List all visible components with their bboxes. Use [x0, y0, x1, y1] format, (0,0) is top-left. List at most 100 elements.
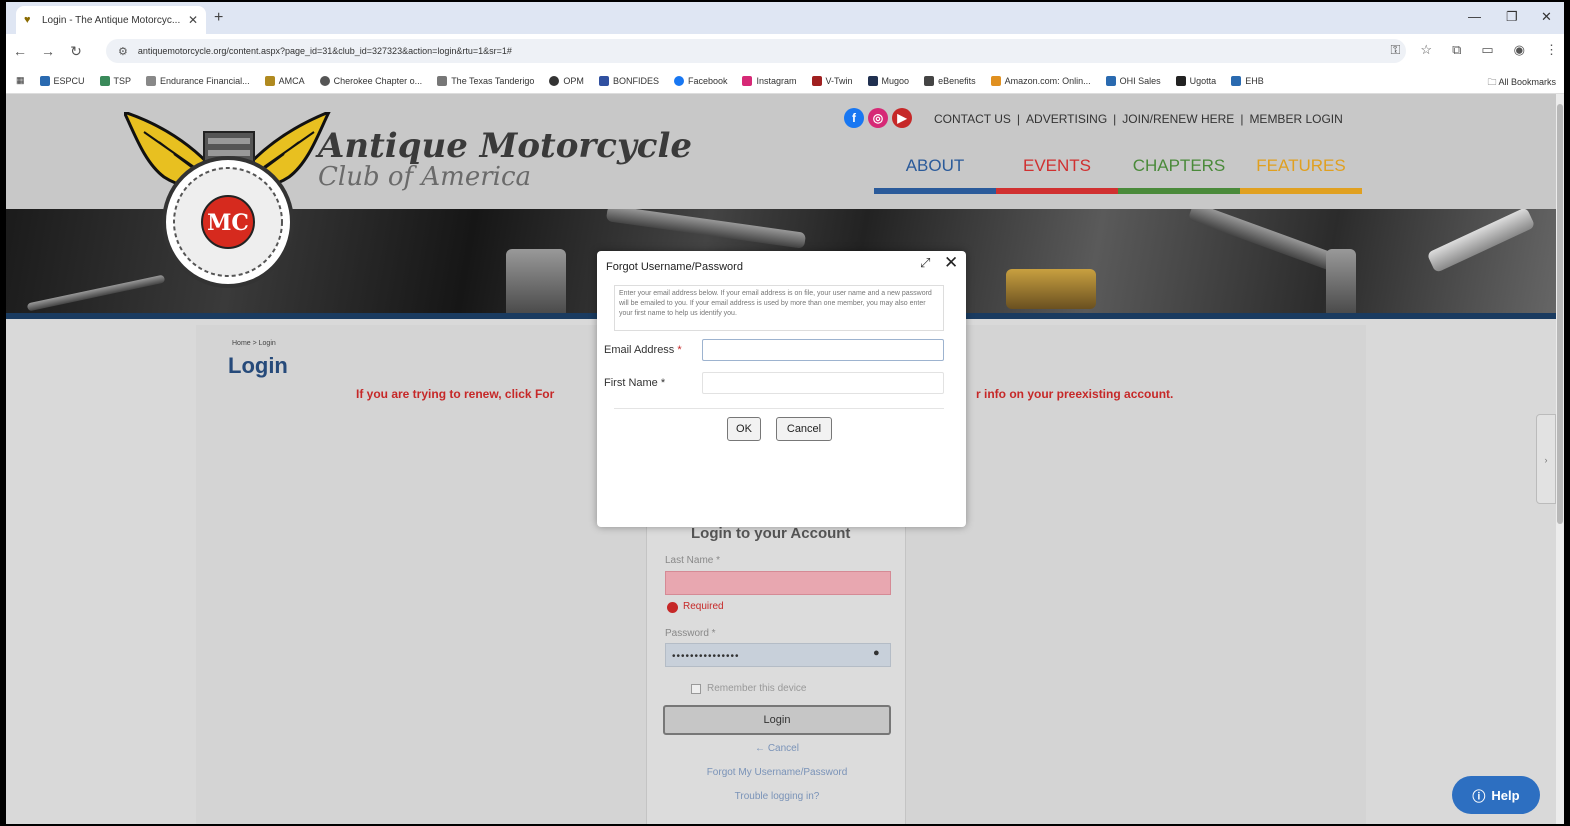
tab-title: Login - The Antique Motorcyc... — [42, 14, 181, 26]
bookmark-item[interactable]: The Texas Tanderigo — [437, 75, 534, 86]
extensions-icon[interactable]: ⧉ — [1452, 42, 1461, 58]
password-field[interactable]: ••••••••••••••• — [665, 643, 891, 667]
cancel-button[interactable]: Cancel — [776, 417, 832, 441]
cancel-link[interactable]: ← Cancel — [647, 743, 907, 754]
amca-logo[interactable]: MC — [124, 112, 334, 290]
error-icon — [667, 602, 678, 613]
toolbar-icons: ⚿ ☆ ⧉ ▭ ◉ ⋮ — [1391, 42, 1559, 58]
password-label: Password * — [665, 628, 716, 639]
close-window-icon[interactable]: ✕ — [1541, 9, 1552, 25]
last-name-label: Last Name * — [665, 555, 721, 566]
bookmark-item[interactable]: Ugotta — [1175, 75, 1216, 86]
bookmark-item[interactable]: ESPCU — [39, 75, 85, 86]
nav-about[interactable]: ABOUT — [874, 156, 996, 194]
breadcrumb[interactable]: Home > Login — [232, 340, 276, 347]
first-name-label: First Name * — [604, 377, 666, 389]
bookmark-item[interactable]: V-Twin — [811, 75, 853, 86]
help-button[interactable]: ⓘ Help — [1452, 776, 1540, 814]
bookmark-item[interactable]: TSP — [99, 75, 131, 86]
bookmark-item[interactable]: Instagram — [742, 75, 797, 86]
renew-notice-tail: r info on your preexisting account. — [976, 387, 1174, 401]
instagram-icon[interactable]: ◎ — [868, 108, 888, 128]
bookmark-item[interactable]: eBenefits — [924, 75, 976, 86]
nav-chapters[interactable]: CHAPTERS — [1118, 156, 1240, 194]
login-panel: Login to your Account Last Name * Requir… — [646, 525, 906, 824]
first-name-field[interactable] — [702, 372, 944, 394]
menu-icon[interactable]: ⋮ — [1545, 42, 1558, 58]
minimize-icon[interactable]: — — [1468, 9, 1481, 24]
bookmark-star-icon[interactable]: ☆ — [1420, 42, 1432, 58]
forward-icon[interactable]: → — [34, 43, 62, 59]
bookmark-item[interactable]: EHB — [1231, 75, 1264, 86]
bookmarks-bar: ▦ ESPCU TSP Endurance Financial... AMCA … — [6, 68, 1564, 94]
close-tab-icon[interactable]: ✕ — [188, 13, 198, 27]
bookmark-item[interactable]: Facebook — [673, 75, 727, 86]
site-info-icon[interactable]: ⚙ — [118, 45, 128, 58]
ok-button[interactable]: OK — [727, 417, 761, 441]
all-bookmarks-button[interactable]: 🗀 All Bookmarks — [1487, 75, 1556, 91]
contact-us-link[interactable]: CONTACT US — [934, 112, 1011, 126]
profile-icon[interactable]: ◉ — [1514, 42, 1525, 58]
scrollbar-thumb[interactable] — [1557, 104, 1563, 524]
url-field[interactable]: ⚙ antiquemotorcycle.org/content.aspx?pag… — [106, 39, 1406, 63]
remember-label: Remember this device — [707, 683, 807, 694]
help-label: Help — [1491, 787, 1520, 803]
side-panel-icon[interactable]: ▭ — [1481, 42, 1493, 58]
password-key-icon[interactable]: ⚿ — [1391, 42, 1401, 58]
bookmark-item[interactable]: AMCA — [264, 75, 305, 86]
advertising-link[interactable]: ADVERTISING — [1026, 112, 1107, 126]
brand-name[interactable]: Antique Motorcycle — [318, 126, 692, 166]
join-renew-link[interactable]: JOIN/RENEW HERE — [1122, 112, 1234, 126]
bookmark-item[interactable]: Endurance Financial... — [146, 75, 250, 86]
remember-device[interactable]: Remember this device — [691, 683, 806, 694]
bookmark-item[interactable]: Amazon.com: Onlin... — [990, 75, 1091, 86]
page-title: Login — [228, 353, 288, 378]
remember-checkbox[interactable] — [691, 683, 701, 694]
email-label: Email Address * — [604, 344, 682, 356]
top-links: CONTACT US | ADVERTISING | JOIN/RENEW HE… — [934, 112, 1343, 126]
dialog-instructions: Enter your email address below. If your … — [614, 285, 944, 331]
forgot-password-link[interactable]: Forgot My Username/Password — [647, 767, 907, 778]
bookmark-item[interactable]: BONFIDES — [598, 75, 659, 86]
forgot-password-dialog: Forgot Username/Password ⤢ ✕ Enter your … — [597, 251, 966, 527]
address-bar: ← → ↻ ⚙ antiquemotorcycle.org/content.as… — [6, 34, 1564, 68]
close-icon[interactable]: ✕ — [944, 253, 958, 273]
tab-bar: ♥ Login - The Antique Motorcyc... ✕ + — … — [6, 2, 1564, 34]
bookmark-item[interactable]: OHI Sales — [1105, 75, 1161, 86]
trouble-logging-in-link[interactable]: Trouble logging in? — [647, 791, 907, 802]
page-scrollbar[interactable] — [1556, 94, 1564, 824]
dialog-title: Forgot Username/Password — [606, 261, 743, 273]
bookmark-item[interactable]: Mugoo — [867, 75, 909, 86]
login-heading: Login to your Account — [691, 525, 851, 542]
restore-icon[interactable]: ❐ — [1506, 9, 1518, 25]
side-tab[interactable]: › — [1536, 414, 1556, 504]
expand-icon[interactable]: ⤢ — [920, 255, 930, 271]
help-icon: ⓘ — [1472, 788, 1486, 804]
member-login-link[interactable]: MEMBER LOGIN — [1249, 112, 1342, 126]
email-field[interactable] — [702, 339, 944, 361]
last-name-field[interactable] — [665, 571, 891, 595]
main-nav: ABOUT EVENTS CHAPTERS FEATURES — [874, 156, 1362, 194]
browser-tab[interactable]: ♥ Login - The Antique Motorcyc... ✕ — [16, 6, 206, 34]
url-text: antiquemotorcycle.org/content.aspx?page_… — [137, 46, 512, 56]
bookmark-item[interactable]: Cherokee Chapter o... — [319, 75, 422, 86]
dialog-divider — [614, 408, 944, 409]
show-password-icon[interactable]: ● — [873, 647, 880, 659]
back-icon[interactable]: ← — [6, 43, 34, 59]
logo-letters: MC — [207, 210, 249, 236]
bookmark-item[interactable]: OPM — [549, 75, 584, 86]
brand-subtitle[interactable]: Club of America — [318, 162, 531, 192]
site-favicon-icon: ♥ — [24, 14, 31, 26]
apps-grid-icon[interactable]: ▦ — [16, 75, 25, 86]
youtube-icon[interactable]: ▶ — [892, 108, 912, 128]
required-error: Required — [683, 601, 724, 612]
separator: | — [1113, 112, 1117, 126]
login-button[interactable]: Login — [663, 705, 891, 735]
separator: | — [1016, 112, 1021, 126]
new-tab-icon[interactable]: + — [214, 9, 223, 27]
nav-features[interactable]: FEATURES — [1240, 156, 1362, 194]
facebook-icon[interactable]: f — [844, 108, 864, 128]
reload-icon[interactable]: ↻ — [62, 43, 90, 60]
separator: | — [1240, 112, 1244, 126]
nav-events[interactable]: EVENTS — [996, 156, 1118, 194]
